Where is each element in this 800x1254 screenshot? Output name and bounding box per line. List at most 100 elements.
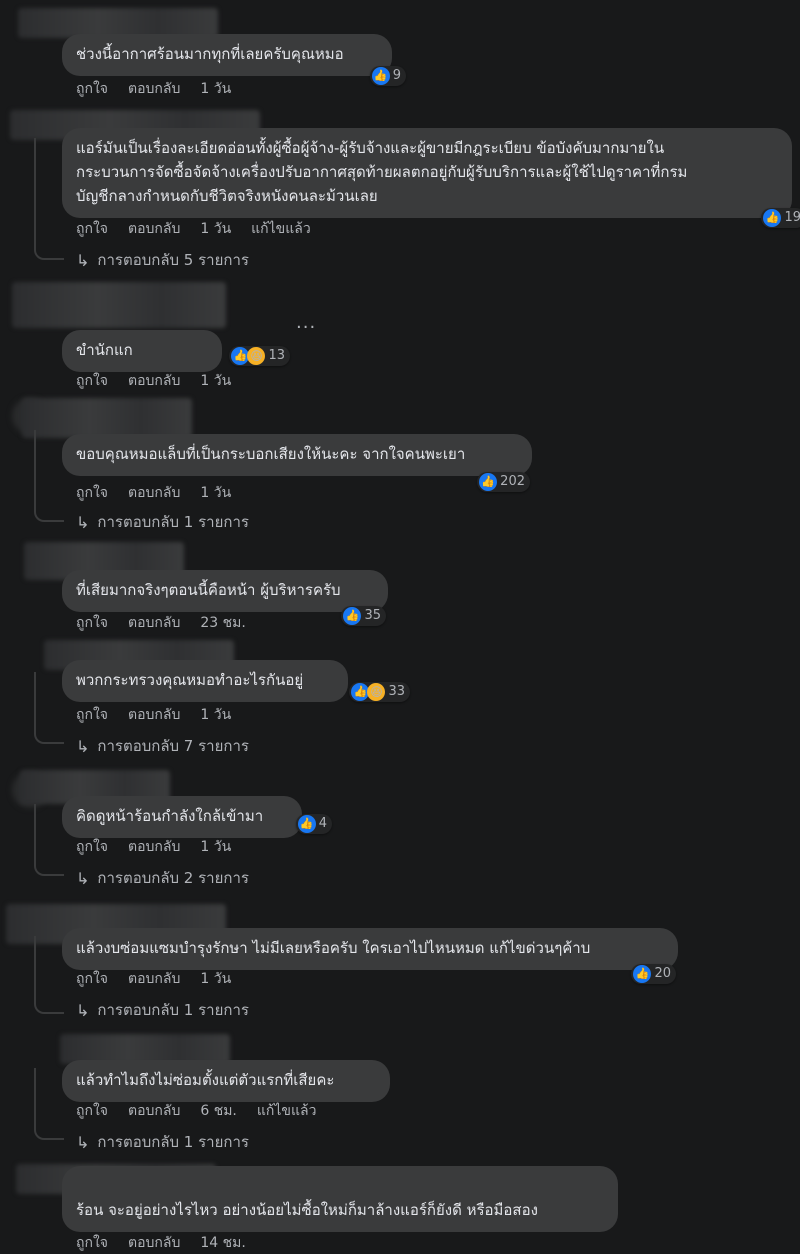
more-options-button[interactable]: ... (296, 312, 316, 333)
replies-count: การตอบกลับ 7 รายการ (97, 737, 249, 755)
thread-line (34, 672, 64, 744)
timestamp[interactable]: 1 วัน (200, 78, 231, 100)
timestamp[interactable]: 1 วัน (200, 218, 231, 240)
comment-text: ขำนักแก (76, 341, 133, 359)
reply-arrow-icon: ↳ (76, 1000, 90, 1020)
reply-arrow-icon: ↳ (76, 1132, 90, 1152)
reply-arrow-icon: ↳ (76, 512, 90, 532)
comment-actions: ถูกใจ ตอบกลับ 1 วัน (76, 482, 231, 504)
like-button[interactable]: ถูกใจ (76, 370, 108, 392)
reply-button[interactable]: ตอบกลับ (128, 482, 180, 504)
haha-reaction-icon: 😆 (367, 683, 386, 701)
comment-bubble: แล้วงบซ่อมแซมบำรุงรักษา ไม่มีเลยหรือครับ… (62, 928, 678, 984)
edited-label: แก้ไขแล้ว (256, 1103, 317, 1119)
comment-text: แล้วทำไมถึงไม่ซ่อมตั้งแต่ตัวแรกที่เสียคะ (76, 1071, 335, 1089)
like-reaction-icon: 👍 (763, 209, 782, 227)
like-button[interactable]: ถูกใจ (76, 218, 108, 240)
comment-text: คิดดูหน้าร้อนกำลังใกล้เข้ามา (76, 807, 264, 825)
reaction-count[interactable]: 👍 😆 33 (349, 682, 410, 702)
comment-actions: ถูกใจ ตอบกลับ 1 วัน (76, 370, 231, 392)
view-replies-link[interactable]: ↳ การตอบกลับ 7 รายการ (76, 734, 249, 758)
reaction-count[interactable]: 👍 35 (341, 606, 386, 626)
comment-bubble: พวกกระทรวงคุณหมอทำอะไรกันอยู่ 👍 😆 33 (62, 660, 410, 702)
comment-actions: ถูกใจ ตอบกลับ 23 ชม. (76, 612, 246, 634)
timestamp[interactable]: 23 ชม. (200, 612, 245, 634)
reply-button[interactable]: ตอบกลับ (128, 1100, 180, 1122)
reaction-number: 20 (654, 966, 671, 981)
timestamp[interactable]: 1 วัน (200, 836, 231, 858)
timestamp[interactable]: 1 วัน (200, 370, 231, 392)
like-button[interactable]: ถูกใจ (76, 704, 108, 726)
like-reaction-icon: 👍 (343, 607, 362, 625)
comment-actions: ถูกใจ ตอบกลับ 1 วัน (76, 836, 231, 858)
like-button[interactable]: ถูกใจ (76, 836, 108, 858)
like-button[interactable]: ถูกใจ (76, 968, 108, 990)
view-replies-link[interactable]: ↳ การตอบกลับ 1 รายการ (76, 510, 249, 534)
comment-bubble: ขอบคุณหมอแล็บที่เป็นกระบอกเสียงให้นะคะ จ… (62, 434, 532, 492)
view-replies-link[interactable]: ↳ การตอบกลับ 5 รายการ (76, 248, 249, 272)
like-button[interactable]: ถูกใจ (76, 482, 108, 504)
like-reaction-icon: 👍 (633, 965, 652, 983)
haha-reaction-icon: 😆 (247, 347, 266, 365)
like-button[interactable]: ถูกใจ (76, 78, 108, 100)
thread-line (34, 1068, 64, 1140)
comment-actions: ถูกใจ ตอบกลับ 1 วัน (76, 704, 231, 726)
reply-button[interactable]: ตอบกลับ (128, 1232, 180, 1254)
reply-button[interactable]: ตอบกลับ (128, 704, 180, 726)
reply-button[interactable]: ตอบกลับ (128, 612, 180, 634)
reaction-count[interactable]: 👍 9 (369, 66, 406, 86)
timestamp[interactable]: 14 ชม. (200, 1232, 245, 1254)
comment-text: ที่เสียมากจริงๆตอนนี้คือหน้า ผู้บริหารคร… (76, 581, 341, 599)
comment-actions: ถูกใจ ตอบกลับ 1 วัน (76, 78, 231, 100)
reaction-count[interactable]: 👍 20 (631, 964, 676, 984)
reply-button[interactable]: ตอบกลับ (128, 370, 180, 392)
reaction-number: 13 (268, 348, 285, 363)
comment-actions: ถูกใจ ตอบกลับ 1 วัน แก้ไขแล้ว (76, 218, 311, 240)
reaction-count[interactable]: 👍 19 (761, 208, 800, 228)
reply-button[interactable]: ตอบกลับ (128, 968, 180, 990)
reply-button[interactable]: ตอบกลับ (128, 78, 180, 100)
view-replies-link[interactable]: ↳ การตอบกลับ 1 รายการ (76, 998, 249, 1022)
thread-line (34, 804, 64, 876)
comment-text: ช่วงนี้อากาศร้อนมากทุกที่เลยครับคุณหมอ (76, 45, 344, 63)
reaction-number: 4 (318, 816, 327, 831)
thread-line (34, 430, 64, 522)
comment-text: แอร์มันเป็นเรื่องละเอียดอ่อนทั้งผู้ซื้อผ… (76, 139, 688, 205)
timestamp[interactable]: 1 วัน (200, 968, 231, 990)
comment-bubble: ขำนักแก 👍 😆 13 (62, 330, 290, 372)
reaction-count[interactable]: 👍 😆 13 (229, 346, 290, 366)
comment-text: พวกกระทรวงคุณหมอทำอะไรกันอยู่ (76, 671, 304, 689)
comment-actions: ถูกใจ ตอบกลับ 14 ชม. (76, 1232, 246, 1254)
timestamp[interactable]: 1 วัน (200, 704, 231, 726)
timestamp[interactable]: 6 ชม. (200, 1100, 237, 1122)
like-button[interactable]: ถูกใจ (76, 612, 108, 634)
replies-count: การตอบกลับ 5 รายการ (97, 251, 249, 269)
like-button[interactable]: ถูกใจ (76, 1232, 108, 1254)
reaction-count[interactable]: 👍 4 (295, 814, 332, 834)
comment-actions: ถูกใจ ตอบกลับ 1 วัน (76, 968, 231, 990)
view-replies-link[interactable]: ↳ การตอบกลับ 2 รายการ (76, 866, 249, 890)
reaction-number: 9 (392, 68, 401, 83)
view-replies-link[interactable]: ↳ การตอบกลับ 1 รายการ (76, 1130, 249, 1154)
comment-text: ร้อน จะอยู่อย่างไรไหว อย่างน้อยไม่ซื้อให… (76, 1201, 538, 1219)
commenter-name-redacted (12, 282, 226, 328)
timestamp[interactable]: 1 วัน (200, 482, 231, 504)
thread-line (34, 138, 64, 260)
comment-bubble: แอร์มันเป็นเรื่องละเอียดอ่อนทั้งผู้ซื้อผ… (62, 128, 800, 228)
comment-bubble: คิดดูหน้าร้อนกำลังใกล้เข้ามา 👍 4 (62, 796, 332, 838)
comment-text: แล้วงบซ่อมแซมบำรุงรักษา ไม่มีเลยหรือครับ… (76, 939, 591, 957)
reply-button[interactable]: ตอบกลับ (128, 218, 180, 240)
reply-button[interactable]: ตอบกลับ (128, 836, 180, 858)
reaction-number: 35 (364, 608, 381, 623)
reply-arrow-icon: ↳ (76, 868, 90, 888)
reply-arrow-icon: ↳ (76, 250, 90, 270)
thread-line (34, 936, 64, 1014)
replies-count: การตอบกลับ 1 รายการ (97, 1001, 249, 1019)
comment-bubble: ช่วงนี้อากาศร้อนมากทุกที่เลยครับคุณหมอ 👍… (62, 34, 406, 86)
reaction-count[interactable]: 👍 202 (477, 472, 530, 492)
like-button[interactable]: ถูกใจ (76, 1100, 108, 1122)
comment-actions: ถูกใจ ตอบกลับ 6 ชม. แก้ไขแล้ว (76, 1100, 316, 1122)
comment-bubble: แล้วทำไมถึงไม่ซ่อมตั้งแต่ตัวแรกที่เสียคะ (62, 1060, 390, 1102)
comment-bubble: ที่เสียมากจริงๆตอนนี้คือหน้า ผู้บริหารคร… (62, 570, 388, 626)
reply-arrow-icon: ↳ (76, 736, 90, 756)
